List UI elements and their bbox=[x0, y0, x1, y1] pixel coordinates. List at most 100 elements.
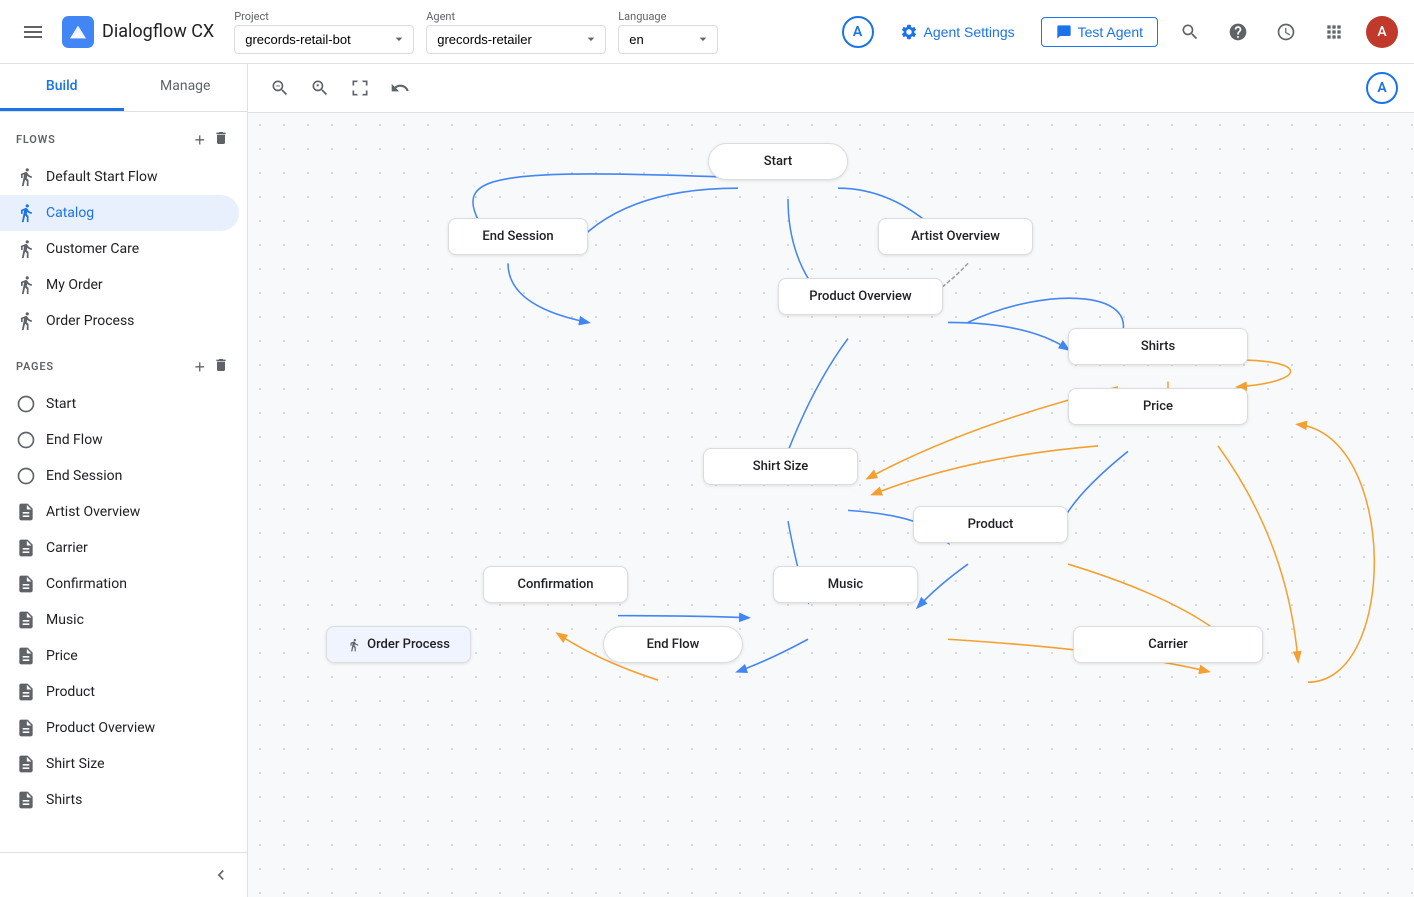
language-select[interactable]: en bbox=[618, 25, 718, 54]
node-end-flow[interactable]: End Flow bbox=[603, 626, 743, 663]
sidebar-page-carrier-label: Carrier bbox=[46, 540, 88, 556]
canvas-toolbar-right: A bbox=[1366, 72, 1398, 104]
node-end-session[interactable]: End Session bbox=[448, 218, 588, 255]
dropdowns: Project grecords-retail-bot Agent grecor… bbox=[234, 10, 829, 54]
canvas-toolbar: A bbox=[248, 64, 1414, 113]
sidebar-tabs: Build Manage bbox=[0, 64, 247, 112]
node-carrier[interactable]: Carrier bbox=[1073, 626, 1263, 663]
apps-button[interactable] bbox=[1318, 16, 1350, 48]
sidebar-item-label: Default Start Flow bbox=[46, 169, 158, 185]
search-button[interactable] bbox=[1174, 16, 1206, 48]
add-page-button[interactable]: + bbox=[192, 355, 207, 378]
page-icon-3 bbox=[16, 574, 36, 594]
sidebar-page-shirts-label: Shirts bbox=[46, 792, 82, 808]
flow-icon-active bbox=[16, 203, 36, 223]
history-button[interactable] bbox=[1270, 16, 1302, 48]
hamburger-button[interactable] bbox=[16, 18, 50, 46]
delete-page-button[interactable] bbox=[211, 355, 231, 378]
node-artist-overview[interactable]: Artist Overview bbox=[878, 218, 1033, 255]
page-icon-9 bbox=[16, 790, 36, 810]
node-product[interactable]: Product bbox=[913, 506, 1068, 543]
collapse-sidebar-button[interactable] bbox=[0, 852, 247, 897]
sidebar-catalog-label: Catalog bbox=[46, 205, 94, 221]
node-price[interactable]: Price bbox=[1068, 388, 1248, 425]
sidebar-page-end-flow[interactable]: End Flow bbox=[0, 422, 239, 458]
undo-button[interactable] bbox=[384, 72, 416, 104]
node-confirmation[interactable]: Confirmation bbox=[483, 566, 628, 603]
sidebar-item-customer-care[interactable]: Customer Care bbox=[0, 231, 239, 267]
flow-canvas[interactable]: Start End Session Artist Overview Produc… bbox=[248, 113, 1414, 897]
trash-icon-2 bbox=[213, 357, 229, 373]
sidebar-item-my-order[interactable]: My Order bbox=[0, 267, 239, 303]
timer-icon bbox=[1276, 22, 1296, 42]
flows-section-header: FLOWS + bbox=[0, 112, 247, 159]
canvas-area: A bbox=[248, 64, 1414, 897]
node-product-overview[interactable]: Product Overview bbox=[778, 278, 943, 315]
sidebar-page-confirmation[interactable]: Confirmation bbox=[0, 566, 239, 602]
sidebar-page-confirmation-label: Confirmation bbox=[46, 576, 127, 592]
tab-manage[interactable]: Manage bbox=[124, 64, 248, 111]
user-avatar[interactable]: A bbox=[1366, 16, 1398, 48]
pages-actions: + bbox=[192, 355, 231, 378]
logo: Dialogflow CX bbox=[62, 16, 214, 48]
node-order-process[interactable]: Order Process bbox=[326, 626, 471, 663]
sidebar-page-artist-overview-label: Artist Overview bbox=[46, 504, 140, 520]
page-icon-5 bbox=[16, 646, 36, 666]
sidebar-page-shirt-size-label: Shirt Size bbox=[46, 756, 105, 772]
page-icon-8 bbox=[16, 754, 36, 774]
sidebar-item-catalog[interactable]: Catalog bbox=[0, 195, 239, 231]
sidebar-page-carrier[interactable]: Carrier bbox=[0, 530, 239, 566]
agent-settings-button[interactable]: Agent Settings bbox=[890, 17, 1025, 47]
sidebar-page-start[interactable]: Start bbox=[0, 386, 239, 422]
logo-text: Dialogflow CX bbox=[102, 21, 214, 42]
sidebar-page-product[interactable]: Product bbox=[0, 674, 239, 710]
sidebar-item-default-start-flow[interactable]: Default Start Flow bbox=[0, 159, 239, 195]
zoom-in-button[interactable] bbox=[304, 72, 336, 104]
fit-screen-button[interactable] bbox=[344, 72, 376, 104]
sidebar-page-price[interactable]: Price bbox=[0, 638, 239, 674]
chevron-left-icon bbox=[211, 865, 231, 885]
flow-avatar[interactable]: A bbox=[842, 16, 874, 48]
sidebar-page-music[interactable]: Music bbox=[0, 602, 239, 638]
sidebar-customer-care-label: Customer Care bbox=[46, 241, 139, 257]
circle-icon-3 bbox=[16, 466, 36, 486]
search-icon bbox=[1180, 22, 1200, 42]
project-dropdown: Project grecords-retail-bot bbox=[234, 10, 414, 54]
node-shirts[interactable]: Shirts bbox=[1068, 328, 1248, 365]
tab-build[interactable]: Build bbox=[0, 64, 124, 111]
node-music[interactable]: Music bbox=[773, 566, 918, 603]
sidebar-page-end-flow-label: End Flow bbox=[46, 432, 103, 448]
settings-icon bbox=[900, 23, 918, 41]
zoom-out-icon bbox=[270, 78, 290, 98]
sidebar-page-music-label: Music bbox=[46, 612, 84, 628]
delete-flow-button[interactable] bbox=[211, 128, 231, 151]
flow-canvas-avatar[interactable]: A bbox=[1366, 72, 1398, 104]
flow-icon bbox=[16, 167, 36, 187]
main-content: Build Manage FLOWS + Default Start Flow … bbox=[0, 64, 1414, 897]
project-label: Project bbox=[234, 10, 414, 23]
sidebar-page-end-session[interactable]: End Session bbox=[0, 458, 239, 494]
project-select[interactable]: grecords-retail-bot bbox=[234, 25, 414, 54]
add-flow-button[interactable]: + bbox=[192, 128, 207, 151]
topbar: Dialogflow CX Project grecords-retail-bo… bbox=[0, 0, 1414, 64]
sidebar-page-shirt-size[interactable]: Shirt Size bbox=[0, 746, 239, 782]
sidebar-page-price-label: Price bbox=[46, 648, 78, 664]
trash-icon bbox=[213, 130, 229, 146]
sidebar-page-shirts[interactable]: Shirts bbox=[0, 782, 239, 818]
agent-dropdown: Agent grecords-retailer bbox=[426, 10, 606, 54]
sidebar-item-order-process[interactable]: Order Process bbox=[0, 303, 239, 339]
node-start[interactable]: Start bbox=[708, 143, 848, 180]
flow-icon-3 bbox=[16, 275, 36, 295]
test-agent-button[interactable]: Test Agent bbox=[1041, 17, 1158, 47]
node-shirt-size[interactable]: Shirt Size bbox=[703, 448, 858, 485]
sidebar-page-product-overview-label: Product Overview bbox=[46, 720, 155, 736]
zoom-out-button[interactable] bbox=[264, 72, 296, 104]
sidebar-page-product-overview[interactable]: Product Overview bbox=[0, 710, 239, 746]
sidebar-page-artist-overview[interactable]: Artist Overview bbox=[0, 494, 239, 530]
undo-icon bbox=[390, 78, 410, 98]
language-label: Language bbox=[618, 10, 718, 23]
circle-icon bbox=[16, 394, 36, 414]
help-button[interactable] bbox=[1222, 16, 1254, 48]
agent-select[interactable]: grecords-retailer bbox=[426, 25, 606, 54]
sidebar-my-order-label: My Order bbox=[46, 277, 103, 293]
